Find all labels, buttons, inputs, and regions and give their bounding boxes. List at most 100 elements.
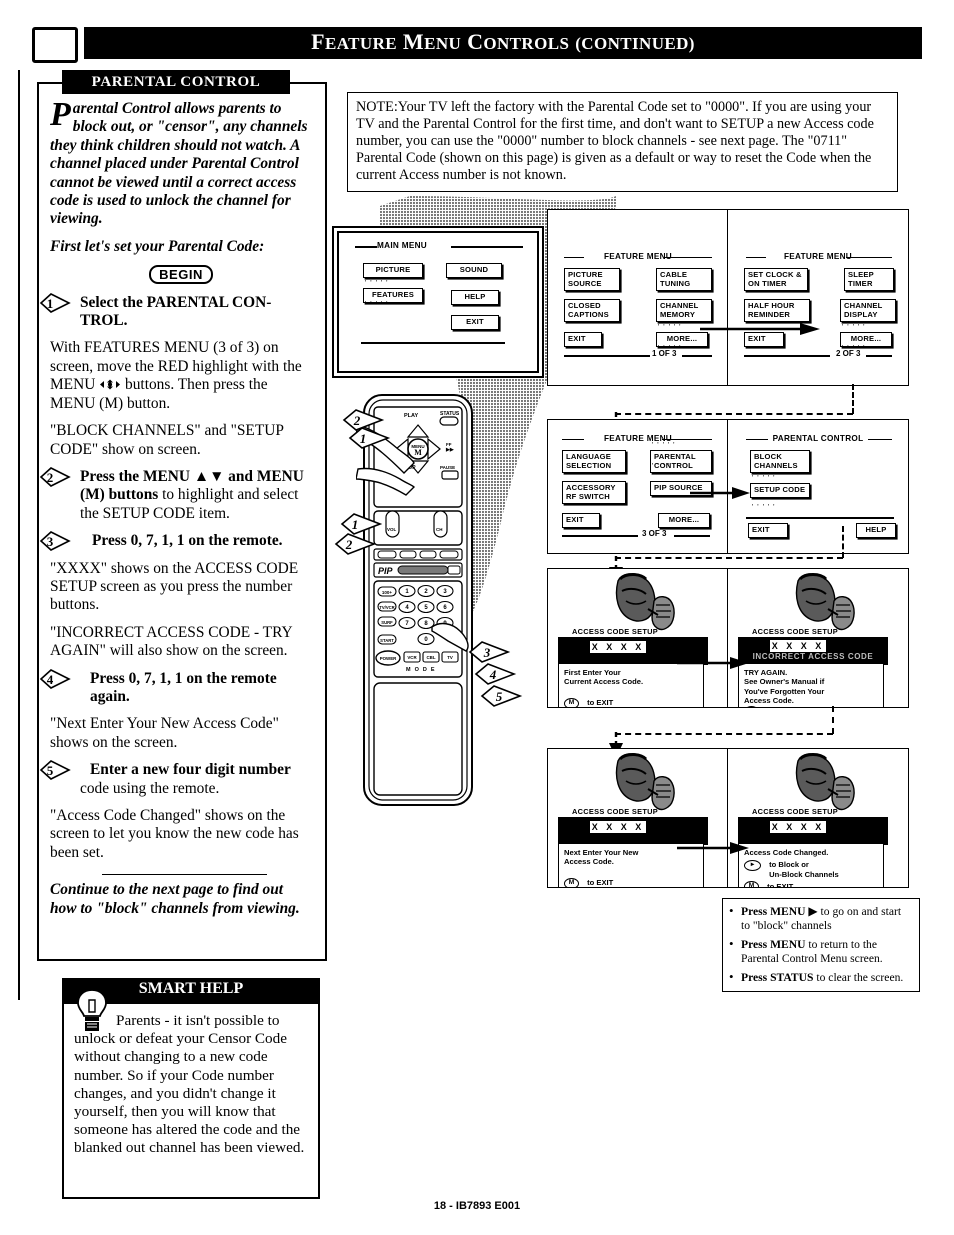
pc-btn-exit[interactable]: EXIT xyxy=(748,523,788,538)
access-msg-line-2c: You've Forgotten Your xyxy=(744,686,825,696)
main-menu-btn-help[interactable]: HELP xyxy=(451,290,499,305)
dashed-line-horizontal-2 xyxy=(615,557,843,559)
fm1-btn-picture-source[interactable]: PICTURE SOURCE xyxy=(564,268,620,292)
fm2-btn-channel-display[interactable]: CHANNEL DISPLAY xyxy=(840,299,896,323)
page-left-rule xyxy=(18,70,20,1000)
remote-callout-2-bottom: 2 xyxy=(334,533,377,555)
fm2-btn-set-clock[interactable]: SET CLOCK & ON TIMER xyxy=(744,268,808,292)
svg-text:4: 4 xyxy=(489,667,497,682)
step-1-body-1: With FEATURES MENU (3 of 3) on screen, m… xyxy=(50,339,302,412)
fm3-btn-more[interactable]: MORE... xyxy=(658,513,710,528)
svg-text:CH: CH xyxy=(436,527,443,532)
highlight-sparkle-fm1-more-top: ' ' ' ' ' xyxy=(658,324,682,331)
step-1-heading: Select the PARENTAL CON-TROL. xyxy=(80,293,272,330)
step-number-diamond-1: 1 xyxy=(39,292,73,313)
svg-text:CBL: CBL xyxy=(426,655,435,660)
step-number-diamond-5: 5 xyxy=(39,760,73,781)
arrow-pip-to-setup xyxy=(690,487,750,499)
begin-badge: BEGIN xyxy=(149,265,213,285)
main-menu-btn-exit[interactable]: EXIT xyxy=(451,315,499,330)
svg-text:1: 1 xyxy=(47,296,54,311)
access-exit-text-3: to EXIT xyxy=(587,878,614,888)
access-msg-line-2b: See Owner's Manual if xyxy=(744,677,825,687)
fm2-baseline xyxy=(744,355,830,357)
access-exit-text-1: to EXIT xyxy=(587,698,614,708)
step-5-heading-tail: code using the remote. xyxy=(80,779,220,797)
manual-page: FEATURE MENU CONTROLS (CONTINUED) PARENT… xyxy=(0,0,954,1235)
fm1-btn-exit[interactable]: EXIT xyxy=(564,332,602,347)
screen-access-code-3: ACCESS CODE SETUP X X X X Next Enter You… xyxy=(547,748,729,888)
svg-text:2: 2 xyxy=(353,413,361,428)
remote-control-illustration: PLAY STATUS MENU M REW ◀◀ FF ▶▶ STOP PAU… xyxy=(334,391,523,811)
pc-btn-block-channels[interactable]: BLOCK CHANNELS xyxy=(750,450,810,474)
svg-text:5: 5 xyxy=(47,763,54,778)
section-tab-label: PARENTAL CONTROL xyxy=(91,74,261,90)
pc-btn-help[interactable]: HELP xyxy=(856,523,896,538)
svg-text:1: 1 xyxy=(352,517,359,532)
svg-text:100+: 100+ xyxy=(382,590,393,595)
fm1-btn-channel-memory[interactable]: CHANNEL MEMORY xyxy=(656,299,712,323)
lead-in-text: First let's set your Parental Code: xyxy=(50,237,265,255)
step-5-heading-bold: Enter a new four digit number xyxy=(90,761,291,779)
incorrect-code-banner: INCORRECT ACCESS CODE xyxy=(752,652,874,661)
access-msg-line-3b: Access Code. xyxy=(564,857,614,867)
left-column-content: P arental Control allows parents to bloc… xyxy=(39,96,312,927)
bullet-item-2: Press MENU to return to the Parental Con… xyxy=(729,937,911,965)
screen-main-menu: MAIN MENU PICTURE SOUND FEATURES ' ' ' '… xyxy=(337,231,539,373)
step-2-heading: Press the MENU ▲▼ and MENU (M) buttons t… xyxy=(80,468,312,523)
m-key-icon-2: M xyxy=(744,705,759,707)
access-msg-line-2a: TRY AGAIN. xyxy=(744,668,788,677)
screen-feature-menu-2: FEATURE MENU SET CLOCK & ON TIMER SLEEP … xyxy=(727,209,909,386)
fm3-btn-exit[interactable]: EXIT xyxy=(562,513,600,528)
fm2-btn-sleep-timer[interactable]: SLEEP TIMER xyxy=(844,268,894,292)
screen-access-code-4: ACCESS CODE SETUP X X X X Access Code Ch… xyxy=(727,748,909,888)
step-number-diamond-2: 2 xyxy=(39,466,73,487)
fm3-btn-accessory-rf-switch[interactable]: ACCESSORY RF SWITCH xyxy=(562,481,626,505)
fm1-btn-cable-tuning[interactable]: CABLE TUNING xyxy=(656,268,712,292)
fm3-btn-language-selection[interactable]: LANGUAGE SELECTION xyxy=(562,450,626,474)
fm3-baseline-right xyxy=(674,535,710,537)
step-3: 3 Press 0, 7, 1, 1 on the remote. xyxy=(39,531,312,552)
access-label-3: ACCESS CODE SETUP xyxy=(572,807,658,816)
bullet-item-3: Press STATUS to clear the screen. xyxy=(729,970,911,985)
note-box: NOTE:Your TV left the factory with the P… xyxy=(347,92,898,192)
dashed-line-horizontal-3 xyxy=(615,733,833,735)
screen-main-menu-bezel: MAIN MENU PICTURE SOUND FEATURES ' ' ' '… xyxy=(332,226,544,378)
fm2-page-label: 2 OF 3 xyxy=(836,349,861,358)
step-1: 1 Select the PARENTAL CON-TROL. xyxy=(39,292,312,331)
highlight-sparkle-features-top: ' ' ' ' ' xyxy=(365,280,389,287)
svg-text:5: 5 xyxy=(496,689,503,704)
access-msg-line-2d: Access Code. xyxy=(744,696,794,706)
svg-text:SURF: SURF xyxy=(381,620,393,625)
svg-text:3: 3 xyxy=(483,645,491,660)
dashed-line-vertical-1 xyxy=(852,384,854,414)
svg-text:VOL: VOL xyxy=(387,527,397,532)
fm1-btn-closed-captions[interactable]: CLOSED CAPTIONS xyxy=(564,299,620,323)
main-menu-title-text: MAIN MENU xyxy=(377,241,428,250)
svg-text:START: START xyxy=(380,638,394,643)
step-4-body-1: "Next Enter Your New Access Code" shows … xyxy=(50,715,279,751)
section-divider xyxy=(102,874,267,876)
main-menu-btn-sound[interactable]: SOUND xyxy=(446,263,502,278)
access-label-1: ACCESS CODE SETUP xyxy=(572,627,658,636)
svg-text:PLAY: PLAY xyxy=(404,413,418,419)
page-header-bar: FEATURE MENU CONTROLS (CONTINUED) xyxy=(84,27,922,59)
svg-text:4: 4 xyxy=(47,672,54,687)
svg-text:▶▶: ▶▶ xyxy=(445,447,455,453)
main-menu-btn-picture[interactable]: PICTURE xyxy=(363,263,423,278)
remote-callout-1-top: 1 xyxy=(348,427,391,449)
arrow-fm1-to-fm2 xyxy=(700,323,820,335)
fm3-page-label: 3 OF 3 xyxy=(642,529,667,538)
intro-dropcap: P xyxy=(50,96,71,133)
m-key-icon-4: M xyxy=(744,881,759,887)
svg-text:1: 1 xyxy=(360,431,367,446)
fm1-baseline-right xyxy=(682,355,712,357)
highlight-sparkle-parental-top: ' ' ' ' ' xyxy=(652,442,676,449)
svg-text:PAUSE: PAUSE xyxy=(440,465,455,470)
note-text: NOTE:Your TV left the factory with the P… xyxy=(356,99,874,183)
block-text-line-1: to Block or xyxy=(769,860,809,870)
fm2-btn-half-hour-reminder[interactable]: HALF HOUR REMINDER xyxy=(744,299,810,323)
pc-btn-setup-code[interactable]: SETUP CODE xyxy=(750,483,810,498)
step-5-body-1: "Access Code Changed" shows on the scree… xyxy=(50,807,299,861)
svg-text:3: 3 xyxy=(47,534,54,549)
